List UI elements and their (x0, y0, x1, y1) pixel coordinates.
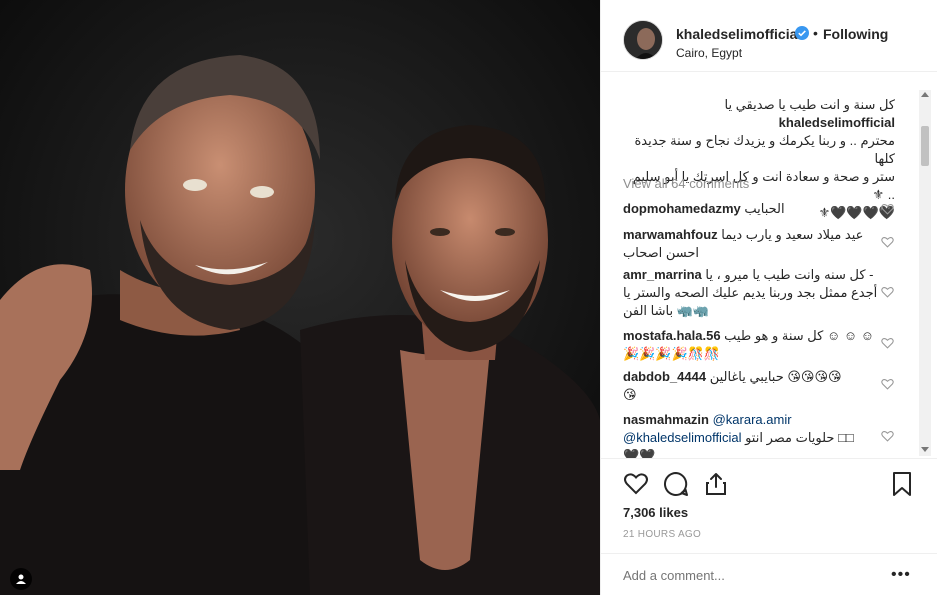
comment-text: حبايبي ياغالين 😘😘😘😘 (709, 369, 842, 384)
comment-text: 😘 (623, 387, 637, 402)
caption-text-2: محترم .. و ربنا يكرمك و يزيدك نجاح و سنة… (634, 133, 895, 166)
comment-text: حلويات مصر انتو □□ (745, 430, 854, 445)
more-options-icon[interactable]: ••• (891, 566, 911, 584)
comment-username[interactable]: mostafa.hala.56 (623, 328, 721, 343)
heart-icon[interactable] (881, 236, 894, 248)
share-icon[interactable] (703, 471, 729, 497)
comment-item: amr_marrina كل سنه وانت طيب يا ميرو ، يا… (623, 266, 895, 320)
following-button[interactable]: Following (823, 26, 888, 42)
comment-username[interactable]: dabdob_4444 (623, 369, 706, 384)
comment-item: marwamahfouz عيد ميلاد سعيد و يارب ديما … (623, 226, 895, 262)
view-all-comments-link[interactable]: View all 64 comments (623, 176, 749, 191)
post-detail-panel: khaledselimofficial • Following Cairo, E… (600, 0, 937, 595)
photo-illustration (0, 0, 600, 595)
comment-username[interactable]: nasmahmazin (623, 412, 709, 427)
comment-username[interactable]: amr_marrina (623, 267, 702, 282)
scroll-up-arrow-icon[interactable] (921, 92, 929, 97)
comment-text: احسن اصحاب (623, 245, 699, 260)
comment-mention[interactable]: @khaledselimofficial (623, 430, 741, 445)
comment-username[interactable]: marwamahfouz (623, 227, 718, 242)
comment-text: أجدع ممثل بجد وربنا يديم عليك الصحه والس… (623, 285, 878, 300)
comment-item: dopmohamedazmy الحبايب (623, 200, 895, 218)
post-timestamp[interactable]: 21 HOURS AGO (623, 529, 701, 540)
comments-scrollbar[interactable] (919, 90, 931, 456)
like-count[interactable]: 7,306 likes (623, 505, 688, 520)
comment-username[interactable]: dopmohamedazmy (623, 201, 741, 216)
caption-text-1: كل سنة و انت طيب يا صديقي يا (724, 97, 895, 112)
heart-icon[interactable] (881, 378, 894, 390)
comment-text: باشا الفن 🦏🦏 (623, 303, 710, 318)
scroll-down-arrow-icon[interactable] (921, 447, 929, 452)
comment-item: mostafa.hala.56 كل سنة و هو طيب ☺ ☺ ☺ 🎉🎉… (623, 327, 895, 363)
heart-icon[interactable] (881, 203, 894, 215)
comment-item: dabdob_4444 حبايبي ياغالين 😘😘😘😘 😘 (623, 368, 895, 404)
heart-icon[interactable] (881, 430, 894, 442)
verified-badge-icon (795, 26, 809, 40)
comment-text: كل سنة و هو طيب ☺ ☺ ☺ (724, 328, 874, 343)
caption-username[interactable]: khaledselimofficial (779, 115, 895, 130)
comment-text: 🖤🖤 (623, 448, 656, 458)
heart-icon[interactable] (881, 337, 894, 349)
scrollbar-thumb[interactable] (921, 126, 929, 166)
comment-text: 🎉🎉🎉🎉🎊🎊 (623, 346, 721, 361)
heart-icon[interactable] (881, 286, 894, 298)
header-username[interactable]: khaledselimofficial (676, 26, 801, 42)
comment-text: عيد ميلاد سعيد و يارب ديما (721, 227, 864, 242)
add-comment-bar: ••• (601, 553, 937, 595)
comment-input[interactable] (623, 568, 873, 583)
heart-icon[interactable] (623, 471, 649, 497)
comment-item: nasmahmazin @karara.amir @khaledselimoff… (623, 411, 895, 458)
post-photo[interactable] (0, 0, 600, 595)
bookmark-icon[interactable] (889, 471, 915, 497)
comment-text: الحبايب (744, 201, 785, 216)
comment-icon[interactable] (663, 471, 689, 497)
header-separator: • (813, 25, 818, 41)
location-link[interactable]: Cairo, Egypt (676, 46, 742, 60)
comments-list[interactable]: كل سنة و انت طيب يا صديقي يا khaledselim… (601, 72, 921, 458)
user-tag-icon[interactable] (10, 568, 32, 590)
comment-text: كل سنه وانت طيب يا ميرو ، يا - (705, 267, 874, 282)
avatar[interactable] (623, 20, 663, 60)
comment-mention[interactable]: @karara.amir (713, 412, 792, 427)
post-header: khaledselimofficial • Following Cairo, E… (601, 0, 937, 72)
